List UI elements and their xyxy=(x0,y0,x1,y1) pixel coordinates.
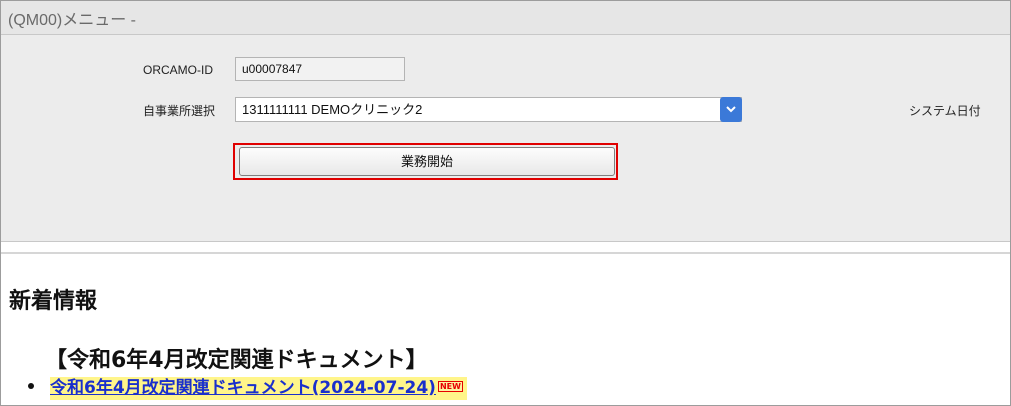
app-window: (QM00)メニュー - ORCAMO-ID u00007847 自事業所選択 … xyxy=(0,0,1011,406)
window-title: (QM00)メニュー - xyxy=(8,12,137,29)
new-badge: NEW xyxy=(437,381,463,392)
office-select-value: 1311111111 DEMOクリニック2 xyxy=(242,102,423,117)
dropdown-button[interactable] xyxy=(720,97,742,122)
orcamo-id-field: u00007847 xyxy=(235,57,405,81)
office-select-label: 自事業所選択 xyxy=(143,104,216,118)
office-select[interactable]: 1311111111 DEMOクリニック2 xyxy=(235,97,742,122)
system-date-label: システム日付 xyxy=(909,104,981,118)
divider-line xyxy=(1,252,1010,254)
news-heading: 新着情報 xyxy=(9,289,98,314)
start-work-button[interactable]: 業務開始 xyxy=(239,147,615,176)
news-item-link[interactable]: 令和6年4月改定関連ドキュメント(2024-07-24) xyxy=(50,378,436,398)
title-bar: (QM00)メニュー - xyxy=(1,1,1010,35)
orcamo-id-label: ORCAMO-ID xyxy=(143,63,213,77)
list-bullet xyxy=(28,383,34,389)
news-subheading: 【令和6年4月改定関連ドキュメント】 xyxy=(45,348,428,373)
list-item: 令和6年4月改定関連ドキュメント(2024-07-24) NEW xyxy=(50,377,467,400)
chevron-down-icon xyxy=(726,106,736,113)
section-divider xyxy=(1,241,1010,254)
